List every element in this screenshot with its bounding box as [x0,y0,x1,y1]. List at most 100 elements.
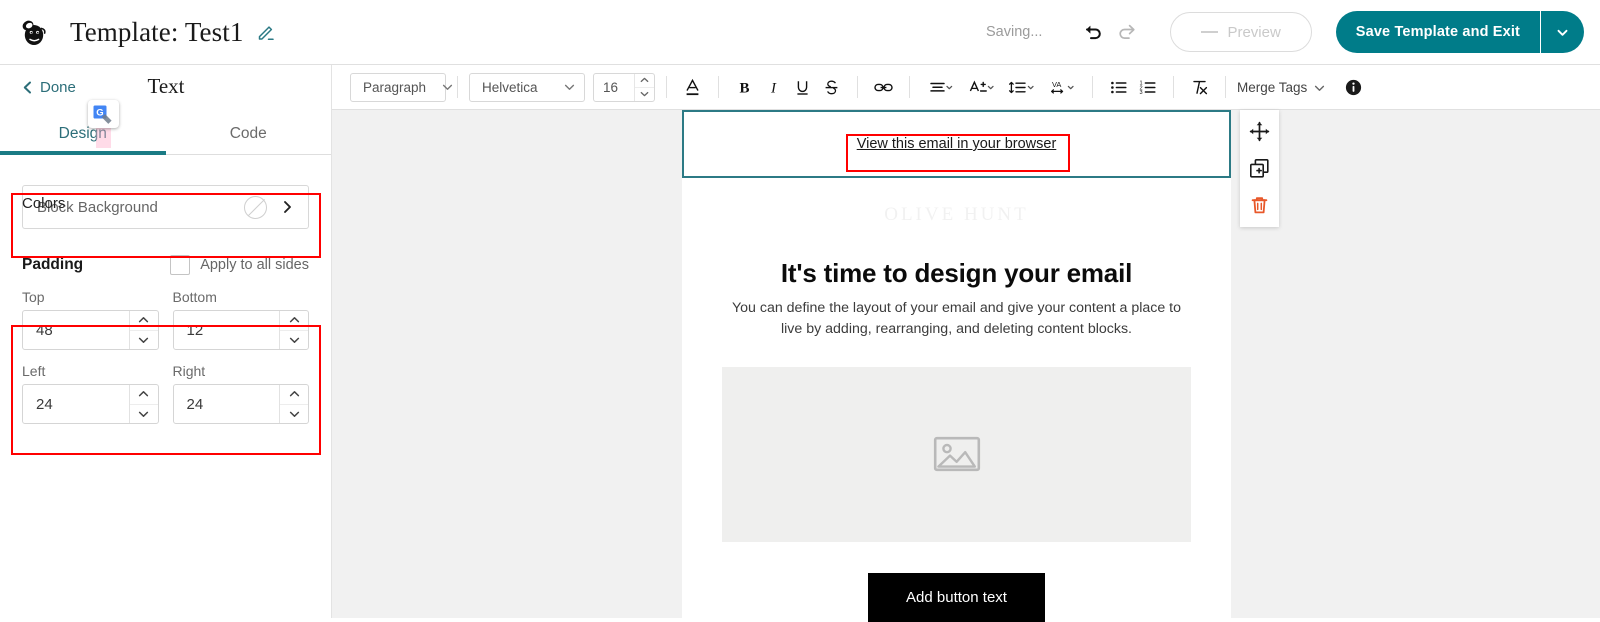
apply-to-all-sides-label: Apply to all sides [200,257,309,273]
bold-icon[interactable]: B [730,73,759,102]
toolbar-divider [1092,76,1093,98]
undo-arrow-icon[interactable] [1076,15,1110,49]
line-height-icon[interactable] [1001,73,1041,102]
padding-right-label: Right [172,363,206,379]
padding-section-label: Padding [22,256,84,273]
chevron-down-icon[interactable] [635,88,654,101]
text-editor-toolbar: Paragraph Helvetica 16 B I VA 1 2 3 Merg… [332,65,1600,110]
strikethrough-icon[interactable] [817,73,846,102]
view-in-browser-link[interactable]: View this email in your browser [857,136,1057,152]
email-paragraph[interactable]: You can define the layout of your email … [722,298,1191,341]
padding-right-stepper[interactable]: 24 [172,384,309,424]
save-template-group: Save Template and Exit [1335,11,1584,53]
preview-button[interactable]: Preview [1170,12,1312,52]
saving-status: Saving... [986,24,1043,40]
chevron-right-icon [281,200,294,214]
numbered-list-icon[interactable]: 1 2 3 [1133,73,1162,102]
svg-text:VA: VA [1052,80,1061,89]
chevron-up-icon[interactable] [635,74,654,88]
pencil-icon[interactable] [255,21,277,43]
font-size-value[interactable]: 16 [594,74,634,101]
redo-arrow-icon[interactable] [1110,15,1144,49]
letter-spacing-icon[interactable] [961,73,1001,102]
checkbox-box [170,255,191,275]
text-color-a-icon[interactable] [678,73,707,102]
toolbar-divider [909,76,910,98]
padding-bottom-stepper[interactable]: 12 [172,310,309,350]
padding-left-label: Left [22,363,46,379]
padding-bottom-value[interactable]: 12 [174,311,280,349]
chevron-down-icon[interactable] [130,405,158,424]
kerning-icon[interactable]: VA [1041,73,1081,102]
padding-field-right: Right 24 [172,352,309,424]
font-size-stepper[interactable]: 16 [593,72,655,102]
padding-top-stepper[interactable]: 48 [22,310,159,350]
italic-icon[interactable]: I [759,73,788,102]
brand-watermark: OLIVE HUNT [884,204,1029,225]
done-label: Done [40,79,76,96]
sidebar-body: Colors Block Background Padding Apply to… [0,155,331,424]
image-block-placeholder[interactable] [722,366,1191,542]
underline-icon[interactable] [788,73,817,102]
colors-section-label: Colors [22,195,66,212]
chevron-up-icon[interactable] [280,385,308,405]
padding-field-bottom: Bottom 12 [172,289,309,350]
padding-top-label: Top [22,289,45,305]
link-icon[interactable] [869,73,898,102]
top-bar: Template: Test1 Saving... Preview Save T… [0,0,1600,65]
design-sidebar: Done Text Design Code G Colors Block Bac… [0,65,332,618]
chevron-up-icon[interactable] [129,311,158,331]
merge-tags-label: Merge Tags [1237,79,1308,95]
info-icon[interactable] [1339,73,1368,102]
font-family-select[interactable]: Helvetica [469,72,585,102]
sidebar-header: Done Text [0,65,331,113]
font-family-value: Helvetica [482,79,538,95]
padding-top-value[interactable]: 48 [23,311,129,349]
padding-right-value[interactable]: 24 [174,385,280,423]
chevron-down-icon [548,83,575,91]
svg-text:B: B [739,80,749,96]
sidebar-tabs: Design Code [0,113,331,155]
padding-left-stepper[interactable]: 24 [22,384,159,424]
add-button-text-button[interactable]: Add button text [868,572,1045,622]
email-content: View this email in your browser OLIVE HU… [682,110,1231,622]
top-bar-actions: Saving... Preview Save Template and Exit [986,11,1584,53]
tab-design[interactable]: Design [0,113,166,155]
duplicate-icon[interactable] [1247,155,1273,181]
preview-dash-icon [1201,31,1219,33]
chevron-up-icon[interactable] [129,385,158,405]
chevron-down-icon[interactable] [130,331,158,350]
apply-to-all-sides-checkbox[interactable]: Apply to all sides [170,255,309,275]
preheader-block[interactable]: View this email in your browser [682,110,1231,178]
block-style-select[interactable]: Paragraph [350,72,453,102]
toolbar-divider [457,76,458,98]
save-template-and-exit-button[interactable]: Save Template and Exit [1336,11,1540,53]
padding-left-stepper-buttons [128,385,158,424]
chevron-up-icon[interactable] [280,311,308,331]
padding-field-top: Top 48 [22,289,159,350]
save-options-chevron-down-icon[interactable] [1540,11,1584,53]
toolbar-divider [1173,76,1174,98]
chevron-down-icon [1314,80,1325,95]
clear-formatting-icon[interactable] [1185,73,1214,102]
svg-text:I: I [770,80,777,96]
padding-left-value[interactable]: 24 [23,385,129,423]
done-button[interactable]: Done [22,79,76,96]
mailchimp-freddie-logo [18,15,52,49]
chevron-down-icon[interactable] [280,331,308,350]
trash-icon[interactable] [1247,192,1273,218]
cta-block: Add button text [682,572,1231,622]
merge-tags-dropdown[interactable]: Merge Tags [1237,80,1325,95]
tab-code[interactable]: Code [166,113,332,154]
chevron-down-icon[interactable] [280,405,308,424]
bulleted-list-icon[interactable] [1104,73,1133,102]
no-color-slash-icon [244,195,267,219]
preview-label: Preview [1227,23,1281,41]
move-arrows-icon[interactable] [1247,118,1273,144]
chevron-down-icon [426,83,453,91]
google-translate-icon[interactable]: G [88,100,119,128]
chevron-left-icon [23,81,31,94]
email-heading[interactable]: It's time to design your email [682,258,1231,289]
toolbar-divider [666,76,667,98]
text-align-icon[interactable] [921,73,961,102]
